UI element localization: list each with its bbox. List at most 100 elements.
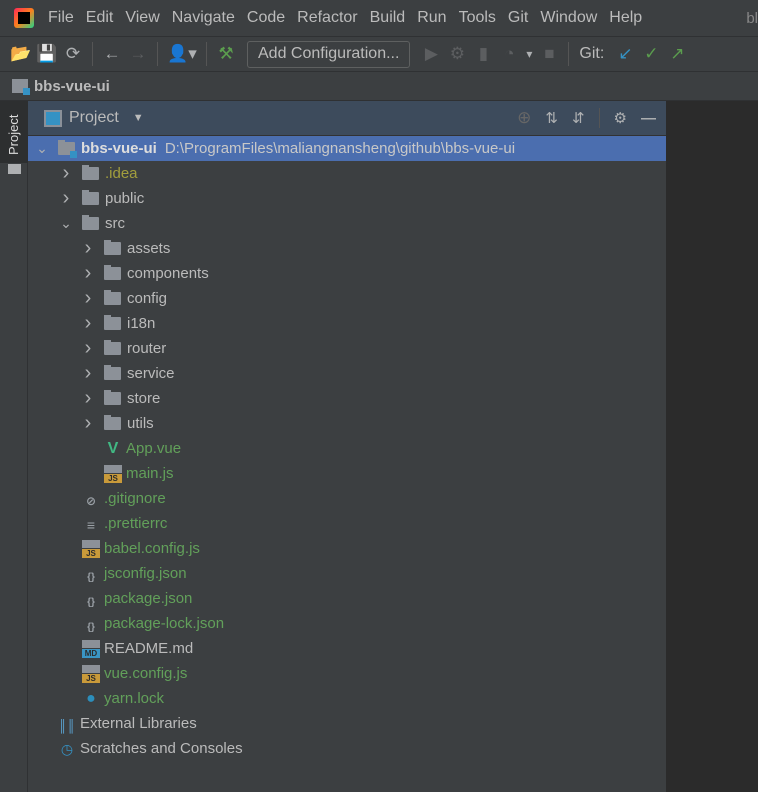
tree-item[interactable]: {} package-lock.json [28, 611, 666, 636]
chevron-right-icon[interactable]: › [60, 187, 72, 210]
separator [568, 42, 570, 66]
tree-item[interactable]: › service [28, 361, 666, 386]
sync-icon[interactable]: ⟳ [60, 41, 86, 67]
tree-item[interactable]: V App.vue [28, 436, 666, 461]
menu-edit[interactable]: Edit [86, 9, 114, 26]
git-update-icon[interactable]: ↙ [612, 41, 638, 67]
tree-item[interactable]: ║║ External Libraries [28, 711, 666, 736]
tree-item[interactable]: MD README.md [28, 636, 666, 661]
js-file-icon: JS [104, 464, 122, 483]
breadcrumb-project[interactable]: bbs-vue-ui [34, 78, 110, 95]
menu-git[interactable]: Git [508, 9, 528, 26]
git-label: Git: [579, 45, 605, 62]
folder-icon [104, 265, 121, 280]
menu-run[interactable]: Run [417, 9, 446, 26]
tree-item[interactable]: {} package.json [28, 586, 666, 611]
tree-item-label: i18n [127, 315, 156, 332]
tree-item[interactable]: › router [28, 336, 666, 361]
menu-bar: File Edit View Navigate Code Refactor Build Run… [0, 0, 758, 37]
chevron-right-icon[interactable]: › [82, 337, 94, 360]
folder-icon [104, 390, 121, 405]
tree-item-label: components [127, 265, 209, 282]
profile-icon[interactable]: ◔ [496, 41, 522, 67]
locate-icon[interactable]: ⊕ [517, 108, 531, 128]
tree-item[interactable]: ≡ .prettierrc [28, 511, 666, 536]
folder-icon [104, 290, 121, 305]
git-commit-icon[interactable]: ✓ [638, 41, 664, 67]
chevron-down-icon[interactable]: ⌄ [36, 140, 48, 157]
window-title: bl [746, 9, 758, 27]
chevron-right-icon[interactable]: › [60, 162, 72, 185]
tree-item-label: yarn.lock [104, 690, 165, 707]
tree-item[interactable]: ● yarn.lock [28, 686, 666, 711]
tree-item[interactable]: › assets [28, 236, 666, 261]
chevron-right-icon[interactable]: › [82, 262, 94, 285]
chevron-right-icon[interactable]: › [82, 362, 94, 385]
tree-item-label: jsconfig.json [104, 565, 187, 582]
tree-item[interactable]: JS main.js [28, 461, 666, 486]
tree-item[interactable]: › i18n [28, 311, 666, 336]
forward-icon[interactable]: → [125, 41, 151, 67]
chevron-down-icon[interactable]: ⌄ [60, 215, 72, 232]
menu-file[interactable]: File [48, 9, 74, 26]
tree-item[interactable]: ◷ Scratches and Consoles [28, 736, 666, 761]
user-dropdown-icon[interactable]: 👤▾ [164, 41, 200, 67]
tree-item-label: config [127, 290, 168, 307]
save-icon[interactable]: 💾 [34, 41, 60, 67]
tree-item-label: External Libraries [80, 715, 197, 732]
coverage-icon[interactable]: ▮ [470, 41, 496, 67]
chevron-down-icon[interactable]: ▼ [133, 112, 144, 124]
tree-item[interactable]: ⊘ .gitignore [28, 486, 666, 511]
stop-icon[interactable]: ■ [536, 41, 562, 67]
tree-item-label: .prettierrc [104, 515, 168, 532]
menu-window[interactable]: Window [540, 9, 597, 26]
gear-icon[interactable]: ⚙ [614, 109, 627, 127]
tree-item[interactable]: ⌄ src [28, 211, 666, 236]
menu-refactor[interactable]: Refactor [297, 9, 357, 26]
menu-view[interactable]: View [125, 9, 159, 26]
menu-tools[interactable]: Tools [459, 9, 496, 26]
tree-item-label: router [127, 340, 167, 357]
tree-item[interactable]: JS babel.config.js [28, 536, 666, 561]
git-push-icon[interactable]: ↗ [664, 41, 690, 67]
project-view-selector[interactable]: Project [69, 109, 119, 127]
module-folder-icon [12, 79, 30, 95]
chevron-right-icon[interactable]: › [82, 312, 94, 335]
expand-all-icon[interactable]: ⇅ [545, 109, 558, 127]
tree-item[interactable]: › utils [28, 411, 666, 436]
open-folder-icon[interactable]: 📂 [8, 41, 34, 67]
project-panel-header: Project ▼ ⊕ ⇅ ⇵ ⚙ — [28, 101, 666, 136]
chevron-right-icon[interactable]: › [82, 237, 94, 260]
menu-code[interactable]: Code [247, 9, 285, 26]
tree-item[interactable]: › components [28, 261, 666, 286]
tree-item-label: package-lock.json [104, 615, 225, 632]
debug-icon[interactable]: ⚙ [444, 41, 470, 67]
menu-help[interactable]: Help [609, 9, 642, 26]
folder-icon [104, 240, 121, 255]
tree-item[interactable]: JS vue.config.js [28, 661, 666, 686]
back-icon[interactable]: ← [99, 41, 125, 67]
intellij-logo-icon [14, 8, 34, 28]
chevron-right-icon[interactable]: › [82, 412, 94, 435]
tree-item[interactable]: ⌄ bbs-vue-ui D:\ProgramFiles\maliangnanshe… [28, 136, 666, 161]
menu-navigate[interactable]: Navigate [172, 9, 235, 26]
chevron-right-icon[interactable]: › [82, 287, 94, 310]
run-icon[interactable]: ▶ [418, 41, 444, 67]
menu-build[interactable]: Build [370, 9, 406, 26]
separator [92, 42, 93, 66]
tree-item[interactable]: › config [28, 286, 666, 311]
add-configuration-button[interactable]: Add Configuration... [247, 40, 411, 68]
tree-item-label: Scratches and Consoles [80, 740, 243, 757]
project-tool-tab-label[interactable]: Project [6, 115, 21, 155]
tree-item[interactable]: {} jsconfig.json [28, 561, 666, 586]
tree-item[interactable]: › public [28, 186, 666, 211]
minimize-icon[interactable]: — [641, 110, 656, 127]
build-hammer-icon[interactable]: ⚒ [213, 41, 239, 67]
separator [206, 42, 207, 66]
chevron-down-icon[interactable]: ▾ [522, 41, 536, 67]
folder-icon [82, 165, 99, 180]
tree-item[interactable]: › store [28, 386, 666, 411]
chevron-right-icon[interactable]: › [82, 387, 94, 410]
tree-item[interactable]: › .idea [28, 161, 666, 186]
collapse-all-icon[interactable]: ⇵ [572, 109, 585, 127]
